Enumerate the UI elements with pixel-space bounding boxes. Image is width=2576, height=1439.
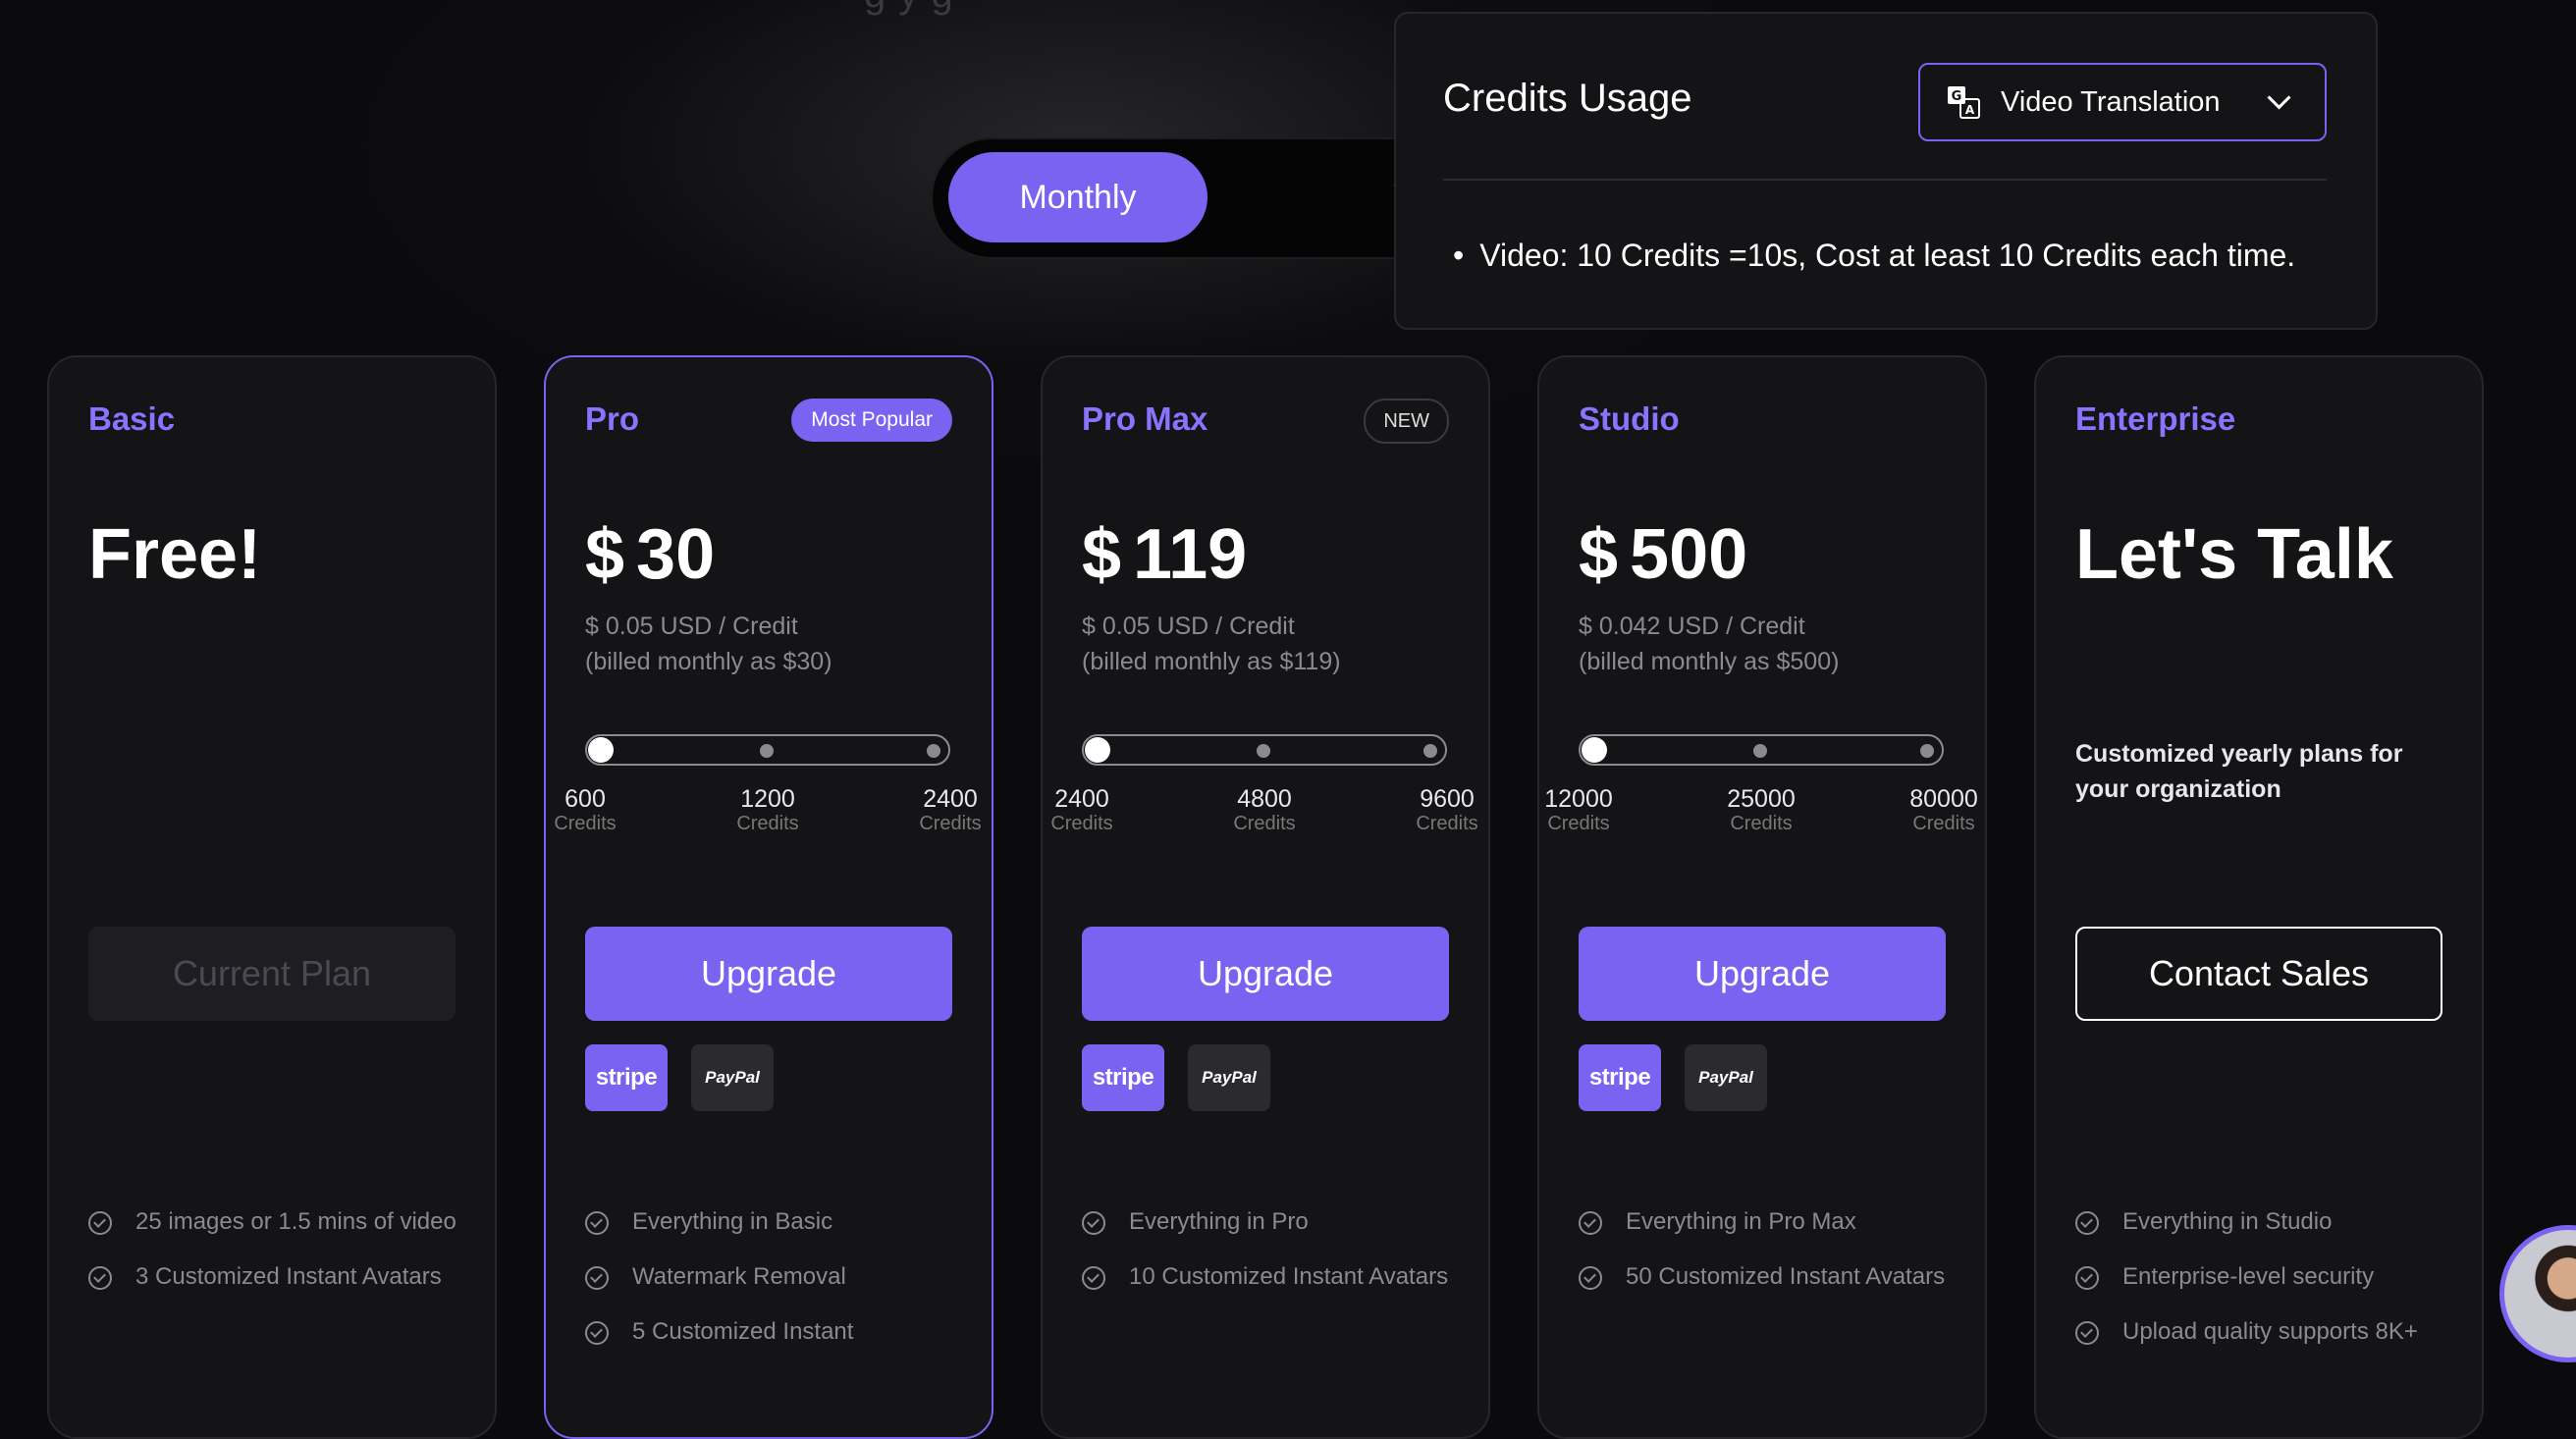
feature-list: Everything in Basic Watermark Removal 5 … — [585, 1207, 958, 1372]
service-select[interactable]: G A Video Translation — [1918, 63, 2327, 141]
feature-item: Everything in Studio — [2075, 1207, 2448, 1237]
credits-slider[interactable] — [585, 734, 950, 766]
plan-card-enterprise: Enterprise Let's Talk Customized yearly … — [2034, 355, 2484, 1439]
credits-note: Video: 10 Credits =10s, Cost at least 10… — [1453, 238, 2295, 274]
plan-name: Basic — [88, 400, 176, 437]
new-badge: NEW — [1364, 399, 1449, 444]
plan-name: Pro — [585, 400, 640, 437]
feature-item: Watermark Removal — [585, 1262, 958, 1292]
service-select-label: Video Translation — [2001, 85, 2221, 118]
plan-price: $500 — [1579, 515, 1748, 594]
feature-item: Upload quality supports 8K+ — [2075, 1317, 2448, 1347]
plan-card-basic: Basic Free! Current Plan 25 images or 1.… — [47, 355, 497, 1439]
price-per-credit: $ 0.05 USD / Credit (billed monthly as $1… — [1082, 613, 1341, 675]
plan-description: Customized yearly plans for your organiz… — [2075, 740, 2403, 803]
check-circle-icon — [2075, 1266, 2099, 1290]
feature-item: 10 Customized Instant Avatars — [1082, 1262, 1455, 1292]
check-circle-icon — [2075, 1211, 2099, 1235]
slider-tick[interactable]: 25000 Credits — [1702, 785, 1820, 834]
check-circle-icon — [1082, 1266, 1105, 1290]
upgrade-button[interactable]: Upgrade — [585, 927, 952, 1021]
slider-handle[interactable] — [1085, 737, 1110, 763]
check-circle-icon — [585, 1266, 609, 1290]
feature-list: Everything in Pro Max 50 Customized Inst… — [1579, 1207, 1952, 1317]
stripe-logo[interactable]: stripe — [1579, 1044, 1661, 1111]
plan-card-pro: Pro Most Popular $30 $ 0.05 USD / Credit… — [544, 355, 993, 1439]
check-circle-icon — [585, 1211, 609, 1235]
slider-tick[interactable]: 2400 Credits — [891, 785, 1009, 834]
slider-tick[interactable]: 9600 Credits — [1388, 785, 1506, 834]
feature-list: 25 images or 1.5 mins of video 3 Customi… — [88, 1207, 461, 1317]
paypal-logo[interactable]: PayPal — [1685, 1044, 1767, 1111]
plan-price: $119 — [1082, 515, 1248, 594]
svg-text:A: A — [1965, 103, 1975, 117]
feature-list: Everything in Studio Enterprise-level se… — [2075, 1207, 2448, 1372]
toggle-monthly[interactable]: Monthly — [948, 152, 1208, 242]
plan-price: $30 — [585, 515, 716, 594]
slider-tick[interactable]: 4800 Credits — [1206, 785, 1323, 834]
plan-price: Free! — [88, 515, 262, 594]
slider-tick[interactable]: 600 Credits — [526, 785, 644, 834]
check-circle-icon — [1082, 1211, 1105, 1235]
faded-heading: g y g — [864, 0, 954, 17]
check-circle-icon — [2075, 1321, 2099, 1345]
price-per-credit: $ 0.05 USD / Credit (billed monthly as $3… — [585, 613, 832, 675]
translate-icon: G A — [1946, 84, 1981, 120]
slider-handle[interactable] — [1582, 737, 1607, 763]
popover-title: Credits Usage — [1443, 77, 1692, 120]
slider-tick[interactable]: 2400 Credits — [1023, 785, 1141, 834]
paypal-logo[interactable]: PayPal — [1188, 1044, 1270, 1111]
feature-item: 3 Customized Instant Avatars — [88, 1262, 461, 1292]
credits-slider[interactable] — [1579, 734, 1944, 766]
slider-tick[interactable]: 1200 Credits — [709, 785, 827, 834]
feature-item: 25 images or 1.5 mins of video — [88, 1207, 461, 1237]
plan-price: Let's Talk — [2075, 515, 2393, 594]
feature-list: Everything in Pro 10 Customized Instant … — [1082, 1207, 1455, 1317]
feature-item: 50 Customized Instant Avatars — [1579, 1262, 1952, 1292]
most-popular-badge: Most Popular — [791, 399, 952, 442]
upgrade-button[interactable]: Upgrade — [1082, 927, 1449, 1021]
current-plan-button: Current Plan — [88, 927, 456, 1021]
slider-tick[interactable]: 12000 Credits — [1520, 785, 1637, 834]
plan-name: Pro Max — [1082, 400, 1208, 437]
plan-card-studio: Studio $500 $ 0.042 USD / Credit (billed … — [1537, 355, 1987, 1439]
feature-item: Enterprise-level security — [2075, 1262, 2448, 1292]
upgrade-button[interactable]: Upgrade — [1579, 927, 1946, 1021]
credits-slider[interactable] — [1082, 734, 1447, 766]
check-circle-icon — [1579, 1266, 1602, 1290]
slider-tick[interactable]: 80000 Credits — [1885, 785, 2003, 834]
contact-sales-button[interactable]: Contact Sales — [2075, 927, 2442, 1021]
check-circle-icon — [88, 1266, 112, 1290]
paypal-logo[interactable]: PayPal — [691, 1044, 774, 1111]
chevron-down-icon — [2267, 84, 2291, 110]
check-circle-icon — [585, 1321, 609, 1345]
plan-card-pro-max: Pro Max NEW $119 $ 0.05 USD / Credit (bil… — [1041, 355, 1490, 1439]
plan-name: Enterprise — [2075, 400, 2236, 437]
feature-item: Everything in Basic — [585, 1207, 958, 1237]
feature-item: Everything in Pro Max — [1579, 1207, 1952, 1237]
check-circle-icon — [88, 1211, 112, 1235]
stripe-logo[interactable]: stripe — [1082, 1044, 1164, 1111]
support-avatar[interactable] — [2499, 1225, 2576, 1362]
feature-item: Everything in Pro — [1082, 1207, 1455, 1237]
credits-usage-popover: Credits Usage G A Video Translation Vide… — [1394, 12, 2378, 330]
feature-item: 5 Customized Instant — [585, 1317, 958, 1347]
check-circle-icon — [1579, 1211, 1602, 1235]
slider-handle[interactable] — [588, 737, 614, 763]
price-per-credit: $ 0.042 USD / Credit (billed monthly as $… — [1579, 613, 1840, 675]
divider — [1443, 179, 2327, 181]
plan-name: Studio — [1579, 400, 1680, 437]
stripe-logo[interactable]: stripe — [585, 1044, 668, 1111]
